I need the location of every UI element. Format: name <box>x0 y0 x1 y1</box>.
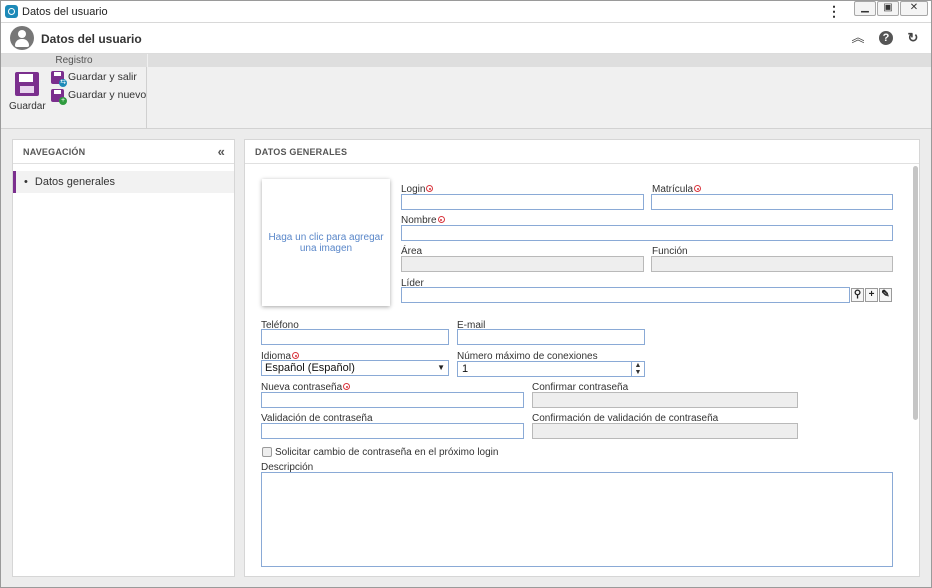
page-title: Datos del usuario <box>41 32 142 46</box>
photo-upload-text: Haga un clic para agregar una imagen <box>268 231 384 254</box>
application-window: Datos del usuario ⋮ ▁ ▣ ✕ Datos del usua… <box>0 0 932 588</box>
navigation-title: NAVEGACIÓN <box>23 147 86 157</box>
eraser-icon: ✎ <box>881 289 890 300</box>
validacion-contrasena-input[interactable] <box>261 423 524 439</box>
general-data-title: DATOS GENERALES <box>255 147 348 157</box>
vertical-scrollbar[interactable] <box>913 166 918 420</box>
close-icon: ✕ <box>909 2 919 13</box>
dropdown-arrow-icon: ▼ <box>437 363 445 372</box>
window-title: Datos del usuario <box>22 6 108 18</box>
close-button[interactable]: ✕ <box>900 1 928 16</box>
nombre-input[interactable] <box>401 225 893 241</box>
restore-icon: ▣ <box>883 2 893 13</box>
app-icon <box>5 5 18 18</box>
required-icon <box>437 216 445 223</box>
lider-clear-button[interactable]: ✎ <box>879 288 892 302</box>
minimize-button[interactable]: ▁ <box>854 1 876 16</box>
plus-icon: + <box>868 289 875 300</box>
navigation-panel: NAVEGACIÓN « • Datos generales <box>12 139 235 577</box>
descripcion-textarea[interactable] <box>261 472 893 567</box>
login-input[interactable] <box>401 194 644 210</box>
nav-item-label: Datos generales <box>34 176 116 188</box>
navigation-header: NAVEGACIÓN « <box>13 140 234 164</box>
required-icon <box>694 185 702 192</box>
save-exit-icon: ⇆ <box>51 71 67 87</box>
save-new-icon: + <box>51 89 67 105</box>
area-input <box>401 256 644 272</box>
matricula-input[interactable] <box>651 194 893 210</box>
search-icon: ⚲ <box>853 289 862 300</box>
restore-button[interactable]: ▣ <box>877 1 899 16</box>
ribbon-header-fill <box>148 54 931 67</box>
collapse-left-icon[interactable]: « <box>218 140 225 164</box>
required-icon <box>426 185 434 192</box>
user-avatar-icon <box>10 26 34 50</box>
confirmar-contrasena-input <box>532 392 798 408</box>
confirmacion-validacion-input <box>532 423 798 439</box>
general-data-header: DATOS GENERALES <box>245 140 919 164</box>
idioma-selected-value: Español (Español) <box>265 362 355 374</box>
solicitar-cambio-checkbox[interactable] <box>262 447 272 457</box>
nueva-contrasena-input[interactable] <box>261 392 524 408</box>
title-bar: Datos del usuario ⋮ ▁ ▣ ✕ <box>1 1 931 23</box>
save-and-exit-label: Guardar y salir <box>68 71 137 83</box>
lider-add-button[interactable]: + <box>865 288 878 302</box>
save-button-label: Guardar <box>9 101 46 112</box>
email-input[interactable] <box>457 329 645 345</box>
kebab-icon[interactable]: ⋮ <box>827 4 841 18</box>
idioma-select[interactable]: Español (Español) ▼ <box>261 360 449 376</box>
refresh-icon[interactable]: ↻ <box>905 30 921 46</box>
collapse-up-icon[interactable]: ︽ <box>850 30 866 46</box>
photo-upload-area[interactable]: Haga un clic para agregar una imagen <box>262 179 390 306</box>
minimize-icon: ▁ <box>861 2 869 13</box>
stepper-up-icon: ▲ <box>634 362 642 369</box>
page-header: Datos del usuario ︽ ? ↻ <box>1 23 931 54</box>
nav-item-datos-generales[interactable]: • Datos generales <box>13 171 234 193</box>
required-icon <box>343 383 351 390</box>
lider-search-button[interactable]: ⚲ <box>851 288 864 302</box>
ribbon-group-label: Registro <box>1 54 147 67</box>
floppy-disk-icon <box>15 72 39 96</box>
required-icon <box>292 352 300 359</box>
funcion-input <box>651 256 893 272</box>
nav-item-bullet: • <box>24 176 28 188</box>
save-and-new-label: Guardar y nuevo <box>68 89 147 101</box>
lider-input[interactable] <box>401 287 850 303</box>
telefono-input[interactable] <box>261 329 449 345</box>
help-icon[interactable]: ? <box>879 31 893 45</box>
save-button[interactable]: Guardar <box>9 72 46 114</box>
general-data-panel: DATOS GENERALES Haga un clic para agrega… <box>244 139 920 577</box>
solicitar-cambio-label: Solicitar cambio de contraseña en el pró… <box>275 447 499 458</box>
stepper-down-icon: ▼ <box>634 369 642 376</box>
ribbon-toolbar: Registro Guardar ⇆ Guardar y salir + Gua… <box>1 54 931 129</box>
max-conexiones-input[interactable]: 1 <box>457 361 632 377</box>
max-conexiones-stepper[interactable]: ▲ ▼ <box>631 361 645 377</box>
